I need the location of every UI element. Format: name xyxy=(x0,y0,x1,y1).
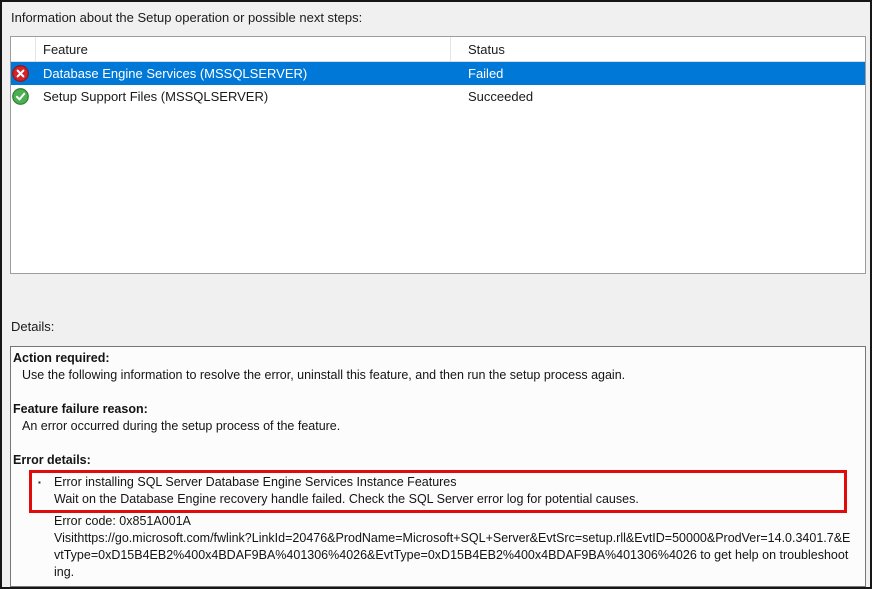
error-highlight-annotation: ▪ Error installing SQL Server Database E… xyxy=(29,470,847,513)
list-header: Feature Status xyxy=(11,37,865,62)
setup-result-dialog: Information about the Setup operation or… xyxy=(0,0,872,589)
error-code: Error code: 0x851A001A xyxy=(54,513,857,530)
error-message-line-1: Error installing SQL Server Database Eng… xyxy=(54,474,457,491)
table-row[interactable]: Setup Support Files (MSSQLSERVER) Succee… xyxy=(11,85,865,108)
feature-status-list: Feature Status Database Engine Services … xyxy=(10,36,866,274)
header-status-column[interactable]: Status xyxy=(451,37,865,61)
table-row[interactable]: Database Engine Services (MSSQLSERVER) F… xyxy=(11,62,865,85)
action-required-body: Use the following information to resolve… xyxy=(13,367,857,384)
error-details-heading: Error details: xyxy=(13,452,857,469)
header-feature-column[interactable]: Feature xyxy=(36,37,451,61)
troubleshooting-link-text: Visithttps://go.microsoft.com/fwlink?Lin… xyxy=(54,530,851,581)
feature-failure-reason-heading: Feature failure reason: xyxy=(13,401,857,418)
feature-cell: Database Engine Services (MSSQLSERVER) xyxy=(36,66,451,81)
success-status-icon xyxy=(12,88,29,105)
details-label: Details: xyxy=(11,319,54,334)
header-icon-column[interactable] xyxy=(11,37,36,61)
status-cell: Failed xyxy=(451,66,865,81)
action-required-heading: Action required: xyxy=(13,350,857,367)
details-panel[interactable]: Action required: Use the following infor… xyxy=(10,346,866,587)
error-status-icon xyxy=(12,65,29,82)
feature-cell: Setup Support Files (MSSQLSERVER) xyxy=(36,89,451,104)
status-cell: Succeeded xyxy=(451,89,865,104)
bullet-icon: ▪ xyxy=(38,474,54,491)
error-message-line-2: Wait on the Database Engine recovery han… xyxy=(38,491,840,508)
info-label: Information about the Setup operation or… xyxy=(11,10,362,25)
feature-failure-reason-body: An error occurred during the setup proce… xyxy=(13,418,857,435)
